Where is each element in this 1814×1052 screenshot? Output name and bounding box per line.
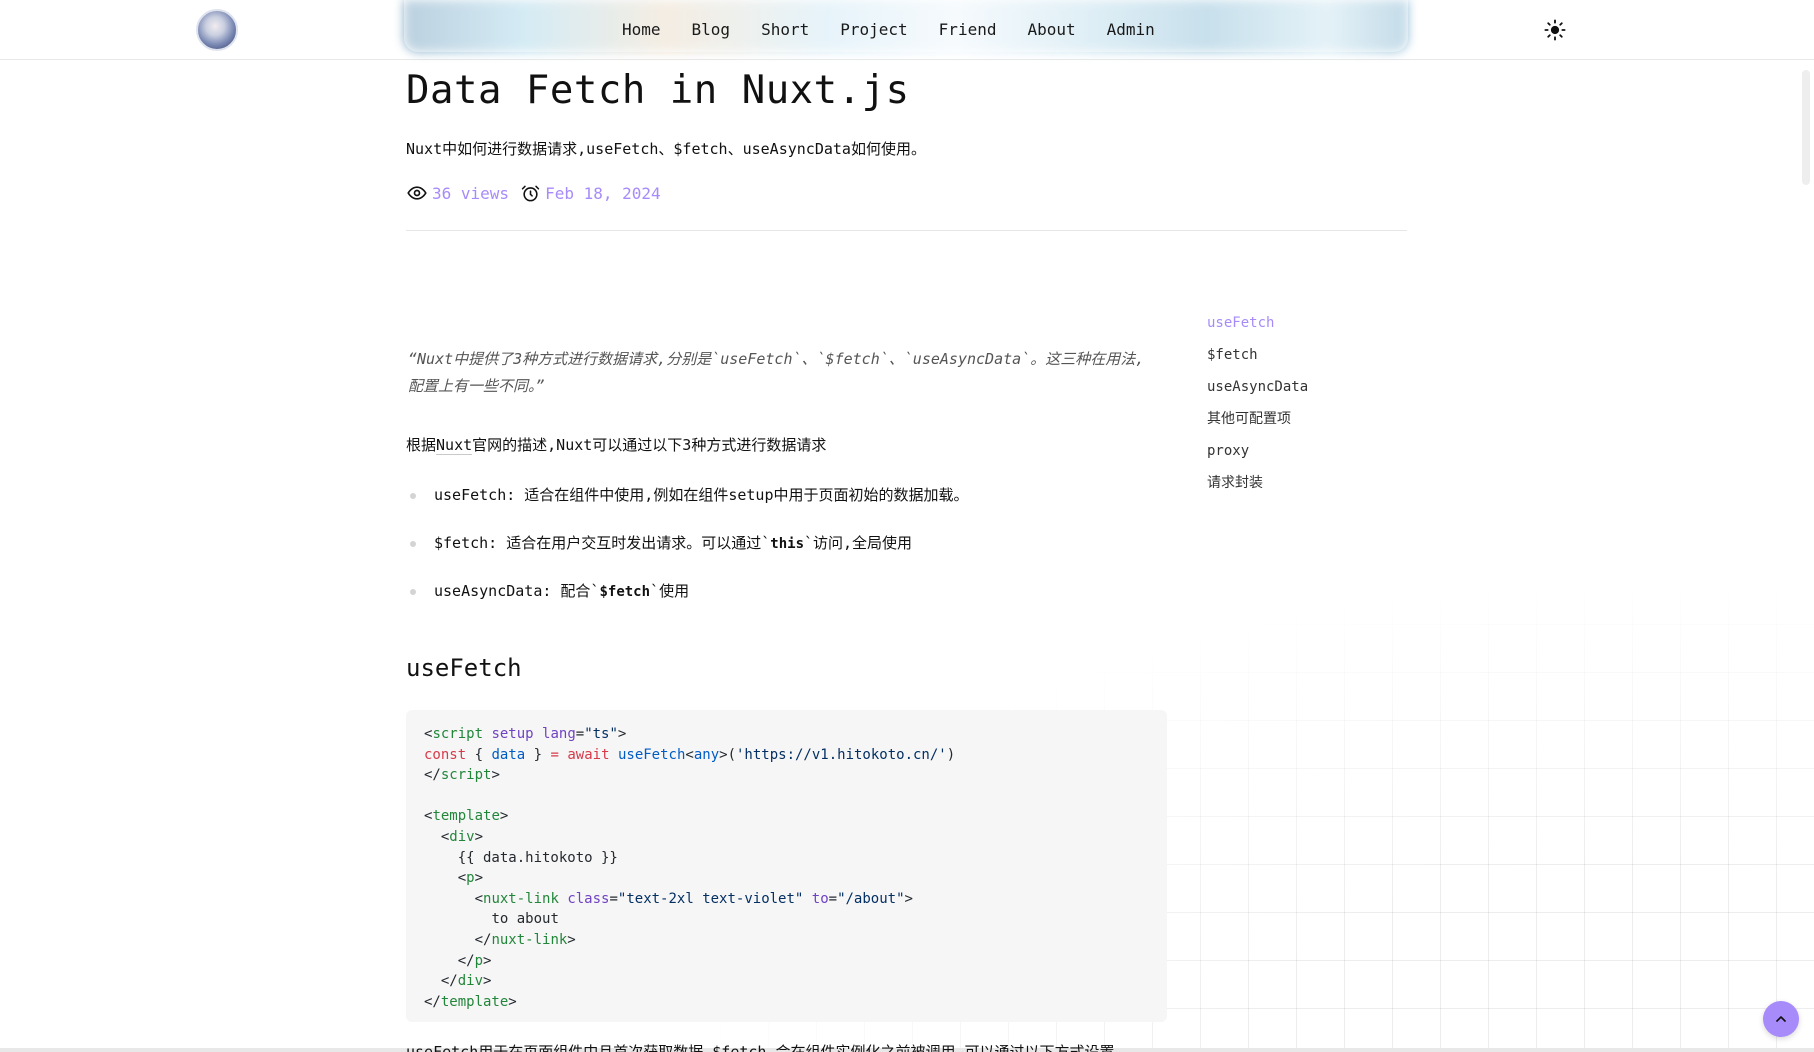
method-list: useFetch: 适合在组件中使用,例如在组件setup中用于页面初始的数据加… <box>406 482 969 626</box>
sun-icon <box>1544 19 1566 41</box>
next-paragraph: useFetch用于在页面组件中且首次获取数据,$fetch 会在组件实例化之前… <box>406 1043 1115 1052</box>
nav-friend[interactable]: Friend <box>939 18 997 42</box>
intro-paragraph: 根据Nuxt官网的描述,Nuxt可以通过以下3种方式进行数据请求 <box>406 436 827 455</box>
toc-item-useasyncdata[interactable]: useAsyncData <box>1207 376 1308 408</box>
list-item: useAsyncData: 配合`$fetch`使用 <box>406 578 969 626</box>
article-title: Data Fetch in Nuxt.js <box>406 68 910 113</box>
nav-blog[interactable]: Blog <box>692 18 731 42</box>
eye-icon <box>406 182 428 204</box>
nav-short[interactable]: Short <box>761 18 809 42</box>
nav-project[interactable]: Project <box>840 18 907 42</box>
nav-home[interactable]: Home <box>622 18 661 42</box>
toc-item-fetch[interactable]: $fetch <box>1207 344 1308 376</box>
toc-item-proxy[interactable]: proxy <box>1207 440 1308 472</box>
article-meta: 36 views Feb 18, 2024 <box>406 182 671 204</box>
nuxt-link[interactable]: Nuxt <box>436 436 473 455</box>
theme-toggle-button[interactable] <box>1542 17 1568 43</box>
article-subtitle: Nuxt中如何进行数据请求,useFetch、$fetch、useAsyncDa… <box>406 140 926 158</box>
code-block[interactable]: <script setup lang="ts"> const { data } … <box>406 710 1167 1022</box>
list-item: useFetch: 适合在组件中使用,例如在组件setup中用于页面初始的数据加… <box>406 482 969 530</box>
list-item: $fetch: 适合在用户交互时发出请求。可以通过`this`访问,全局使用 <box>406 530 969 578</box>
toc-item-other-options[interactable]: 其他可配置项 <box>1207 408 1308 440</box>
nav-about[interactable]: About <box>1027 18 1075 42</box>
toc-item-request-wrapper[interactable]: 请求封装 <box>1207 472 1308 504</box>
divider <box>406 230 1407 231</box>
section-heading-usefetch: useFetch <box>406 654 522 682</box>
table-of-contents: useFetch $fetch useAsyncData 其他可配置项 prox… <box>1207 312 1308 504</box>
alarm-clock-icon <box>519 182 541 204</box>
toc-item-usefetch[interactable]: useFetch <box>1207 312 1308 344</box>
nav-admin[interactable]: Admin <box>1107 18 1155 42</box>
article-quote: “Nuxt中提供了3种方式进行数据请求,分别是`useFetch`、`$fetc… <box>408 350 1145 395</box>
article-content: Data Fetch in Nuxt.js Nuxt中如何进行数据请求,useF… <box>0 0 1814 1052</box>
site-header: Home Blog Short Project Friend About Adm… <box>0 0 1814 60</box>
publish-date: Feb 18, 2024 <box>545 183 661 203</box>
main-nav: Home Blog Short Project Friend About Adm… <box>622 18 1155 42</box>
avatar[interactable] <box>196 9 238 51</box>
view-count: 36 views <box>432 183 510 203</box>
